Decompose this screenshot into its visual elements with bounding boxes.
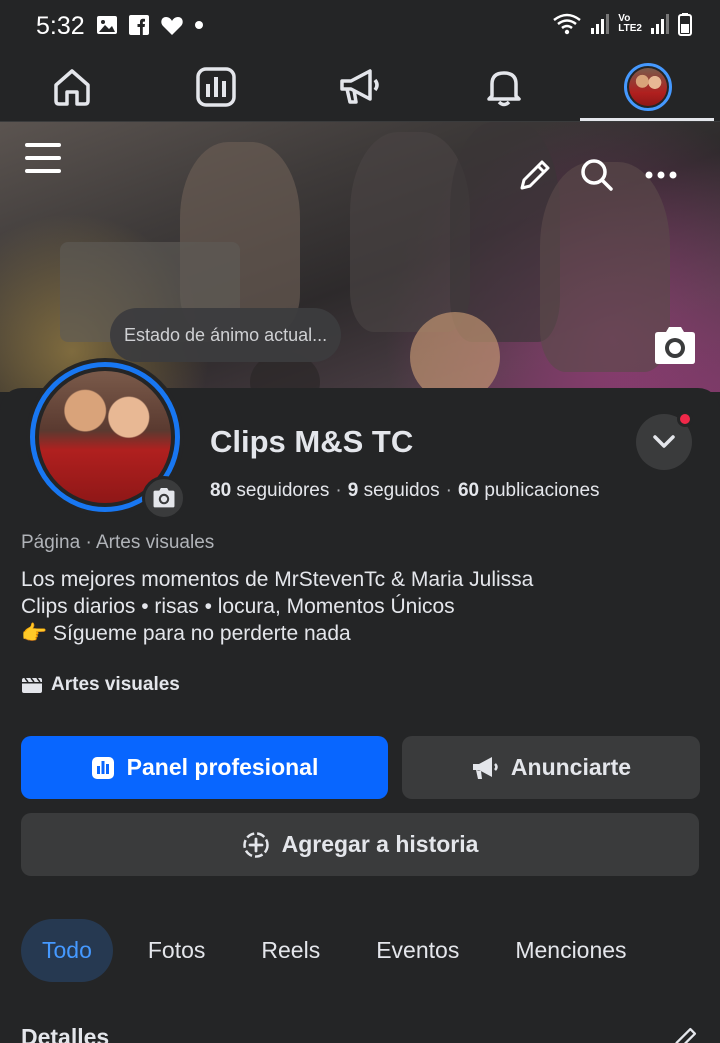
professional-dashboard-label: Panel profesional: [126, 754, 319, 780]
search-icon[interactable]: [580, 158, 614, 192]
posts-count: 60: [457, 480, 480, 501]
clapperboard-icon: [22, 677, 42, 693]
battery-icon: [678, 13, 692, 36]
avatar-camera-button[interactable]: [142, 476, 186, 520]
advertise-button[interactable]: Anunciarte: [402, 736, 700, 799]
bio: Los mejores momentos de MrStevenTc & Mar…: [21, 566, 533, 647]
following-label: seguidos: [363, 480, 440, 501]
status-bar: 5:32 Vo LTE2: [0, 0, 720, 52]
nav-dashboard[interactable]: [144, 52, 288, 122]
following-count: 9: [347, 480, 359, 501]
menu-icon[interactable]: [24, 140, 62, 176]
megaphone-icon: [340, 69, 379, 104]
status-time: 5:32: [36, 12, 85, 40]
avatar-icon: [624, 63, 672, 111]
nav-home[interactable]: [0, 52, 144, 122]
dot-icon: [195, 21, 203, 29]
tab-todo[interactable]: Todo: [21, 919, 113, 982]
nav-profile[interactable]: [576, 52, 720, 122]
posts-stat[interactable]: 60 publicaciones: [458, 480, 600, 501]
bio-line: 👉 Sígueme para no perderte nada: [21, 622, 351, 645]
megaphone-icon: [472, 756, 498, 779]
advertise-label: Anunciarte: [510, 754, 632, 780]
facebook-icon: [129, 15, 149, 35]
nav-notifications[interactable]: [432, 52, 576, 122]
cover-toolbar: [0, 122, 720, 232]
notification-dot: [677, 411, 693, 427]
followers-count: 80: [210, 480, 232, 501]
category-tag-label: Artes visuales: [51, 674, 180, 695]
volte-icon: Vo LTE2: [618, 14, 642, 34]
mood-placeholder: Estado de ánimo actual...: [124, 324, 328, 345]
chevron-down-icon: [653, 435, 675, 448]
chart-icon: [196, 67, 236, 107]
profile-tabs: Todo Fotos Reels Eventos Menciones: [21, 919, 648, 982]
separator: ·: [335, 480, 342, 501]
add-to-story-label: Agregar a historia: [281, 831, 479, 857]
tab-reels[interactable]: Reels: [240, 919, 341, 982]
posts-label: publicaciones: [484, 480, 600, 501]
signal-icon: [651, 14, 669, 34]
separator: ·: [445, 480, 452, 501]
signal-icon: [591, 14, 610, 34]
add-circle-icon: [242, 831, 269, 858]
category-tag: Artes visuales: [21, 674, 180, 696]
bio-line: Clips diarios • risas • locura, Momentos…: [21, 595, 455, 618]
profile-stats: 80 seguidores · 9 seguidos · 60 publicacione…: [210, 480, 600, 502]
top-nav: [0, 52, 720, 122]
image-icon: [97, 16, 117, 34]
following-stat[interactable]: 9 seguidos: [348, 480, 440, 501]
cover-photo[interactable]: [0, 122, 720, 392]
tab-fotos[interactable]: Fotos: [127, 919, 227, 982]
nav-ads[interactable]: [288, 52, 432, 122]
heart-icon: [161, 17, 183, 35]
professional-dashboard-button[interactable]: Panel profesional: [21, 736, 388, 799]
camera-icon: [153, 488, 175, 508]
bio-line: Los mejores momentos de MrStevenTc & Mar…: [21, 568, 534, 591]
followers-label: seguidores: [236, 480, 330, 501]
volte-label-bottom: LTE2: [618, 23, 642, 34]
status-left-icons: [96, 14, 204, 36]
more-icon[interactable]: [645, 170, 677, 180]
page-title: Clips M&S TC: [210, 424, 414, 459]
tab-eventos[interactable]: Eventos: [355, 919, 480, 982]
pencil-icon[interactable]: [672, 1026, 698, 1043]
pencil-icon[interactable]: [518, 158, 552, 192]
home-icon: [54, 69, 90, 106]
add-to-story-button[interactable]: Agregar a historia: [21, 813, 699, 876]
tab-menciones[interactable]: Menciones: [494, 919, 647, 982]
active-nav-indicator: [580, 118, 714, 121]
chart-icon: [91, 756, 114, 779]
page-category: Página · Artes visuales: [21, 532, 215, 553]
mood-status-input[interactable]: Estado de ánimo actual...: [110, 308, 342, 362]
wifi-icon: [553, 13, 582, 35]
followers-stat[interactable]: 80 seguidores: [210, 480, 329, 501]
status-right-icons: Vo LTE2: [552, 12, 692, 36]
camera-icon[interactable]: [652, 325, 698, 367]
details-heading: Detalles: [21, 1024, 110, 1043]
bell-icon: [487, 71, 521, 107]
